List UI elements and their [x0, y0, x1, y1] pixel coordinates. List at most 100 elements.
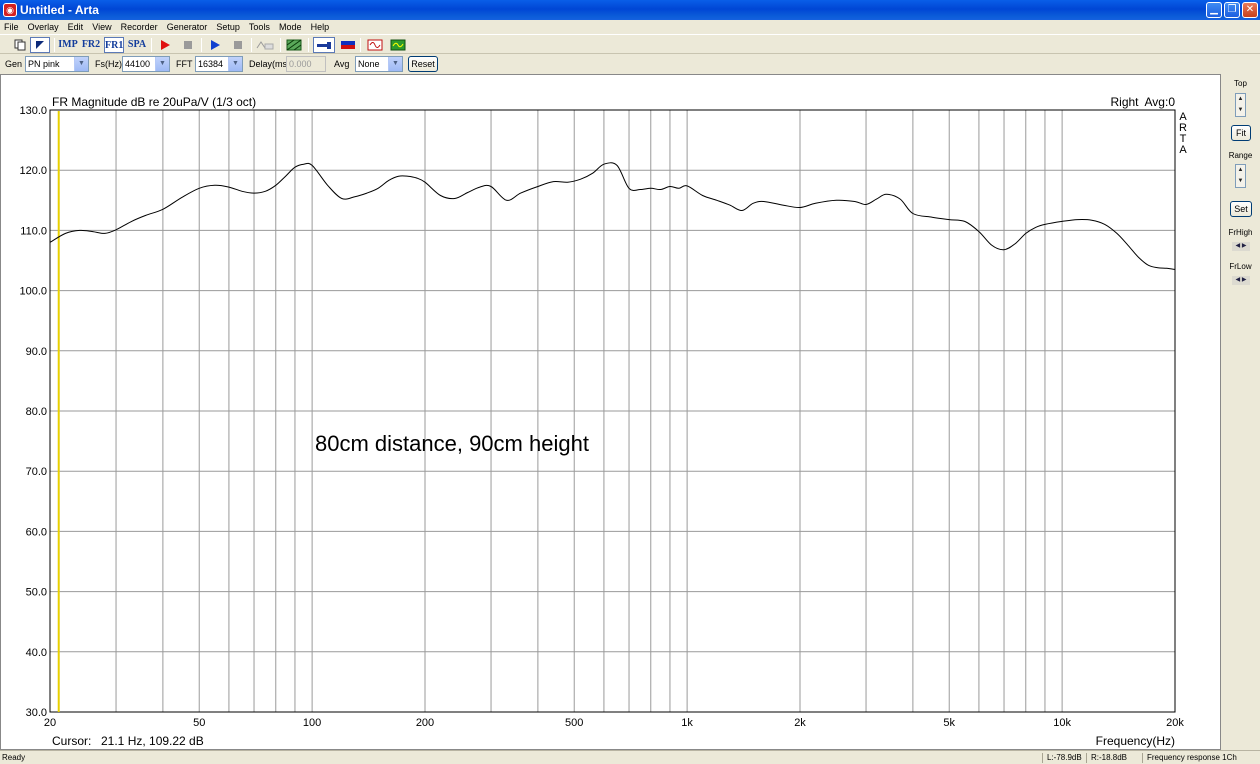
fs-label: Fs(Hz): [95, 59, 122, 69]
right-panel: Top ▲ ▼ Fit Range ▲ ▼ Set FrHigh ◀ ▶ FrL…: [1221, 74, 1260, 750]
chart-area[interactable]: 30.0 40.0 50.0 60.0 70.0 80.0 90.0 100.0 110.0 12…: [0, 74, 1221, 750]
chart-annotation: 80cm distance, 90cm height: [315, 431, 589, 456]
fft-select[interactable]: 16384 ▼: [195, 56, 243, 72]
x-tick-label: 10k: [1053, 717, 1071, 729]
x-axis-label: Frequency(Hz): [1096, 734, 1175, 748]
meter-icon[interactable]: [338, 37, 358, 53]
gen-value: PN pink: [28, 59, 60, 69]
avg-select[interactable]: None ▼: [355, 56, 403, 72]
x-tick-label: 500: [565, 717, 583, 729]
status-right-level: R:-18.8dB: [1086, 753, 1127, 763]
frequency-response-chart[interactable]: 30.040.050.060.070.080.090.0100.0110.012…: [1, 75, 1220, 749]
record-stop-icon[interactable]: [178, 37, 198, 53]
series-line: [49, 162, 1176, 270]
generator-play-icon[interactable]: [205, 37, 225, 53]
copy-icon[interactable]: [10, 37, 30, 53]
x-tick-labels: 20 50 100 200 500 1k 2k 5k 10k 20k: [44, 717, 1184, 729]
menu-bar: File Overlay Edit View Recorder Generato…: [0, 20, 1260, 34]
chevron-down-icon[interactable]: ▼: [1236, 105, 1245, 116]
menu-tools[interactable]: Tools: [246, 20, 273, 34]
top-label: Top: [1234, 79, 1247, 88]
fs-value: 44100: [125, 59, 151, 69]
chevron-down-icon[interactable]: ▼: [228, 57, 242, 71]
chevron-up-icon[interactable]: ▲: [1236, 94, 1245, 105]
y-tick-labels: 30.040.050.060.070.080.090.0100.0110.012…: [19, 105, 47, 719]
maximize-button[interactable]: ❐: [1224, 2, 1240, 18]
grid-pattern-icon[interactable]: [284, 37, 304, 53]
sine-icon[interactable]: [365, 37, 385, 53]
reset-button[interactable]: Reset: [408, 56, 438, 72]
close-button[interactable]: ✕: [1242, 2, 1258, 18]
frlow-arrows[interactable]: ◀ ▶: [1232, 276, 1250, 285]
menu-setup[interactable]: Setup: [213, 20, 243, 34]
avg-value: None: [358, 59, 380, 69]
top-spinner[interactable]: ▲ ▼: [1235, 93, 1246, 117]
x-tick-label: 100: [303, 717, 321, 729]
chevron-up-icon[interactable]: ▲: [1236, 165, 1245, 176]
x-tick-label: 20: [44, 717, 56, 729]
chevron-down-icon[interactable]: ▼: [388, 57, 402, 71]
gen-select[interactable]: PN pink ▼: [25, 56, 89, 72]
menu-view[interactable]: View: [89, 20, 114, 34]
status-left-level: L:-78.9dB: [1042, 753, 1082, 763]
y-tick-label: 40.0: [26, 647, 47, 659]
y-tick-label: 100.0: [19, 286, 47, 298]
x-tick-label: 20k: [1166, 717, 1184, 729]
menu-edit[interactable]: Edit: [65, 20, 87, 34]
chevron-down-icon[interactable]: ▼: [74, 57, 88, 71]
minimize-button[interactable]: ▁: [1206, 2, 1222, 18]
frhigh-arrows[interactable]: ◀ ▶: [1232, 242, 1250, 251]
menu-generator[interactable]: Generator: [164, 20, 211, 34]
x-tick-label: 1k: [681, 717, 693, 729]
menu-file[interactable]: File: [0, 20, 22, 34]
range-spinner[interactable]: ▲ ▼: [1235, 164, 1246, 188]
chevron-down-icon[interactable]: ▼: [1236, 176, 1245, 187]
cursor-readout: 21.1 Hz, 109.22 dB: [101, 734, 204, 748]
generator-stop-icon[interactable]: [228, 37, 248, 53]
menu-mode[interactable]: Mode: [276, 20, 305, 34]
response-icon[interactable]: [388, 37, 408, 53]
cursor-icon[interactable]: [30, 37, 50, 53]
title-bar: ◉ Untitled - Arta ▁ ❐ ✕: [0, 0, 1260, 20]
delay-label: Delay(ms): [249, 59, 291, 69]
fit-button[interactable]: Fit: [1231, 125, 1251, 141]
status-ready: Ready: [2, 753, 26, 762]
channel-label: Right Avg:0: [1111, 95, 1176, 109]
avg-label: Avg: [334, 59, 350, 69]
frhigh-label: FrHigh: [1228, 228, 1253, 237]
y-tick-label: 120.0: [19, 165, 47, 177]
menu-help[interactable]: Help: [308, 20, 333, 34]
arta-icon: ◉: [3, 3, 17, 17]
y-tick-label: 90.0: [26, 346, 47, 358]
arta-brand: ARTA: [1179, 111, 1187, 156]
fft-label: FFT: [176, 59, 193, 69]
fs-select[interactable]: 44100 ▼: [122, 56, 170, 72]
y-tick-label: 70.0: [26, 466, 47, 478]
window-title: Untitled - Arta: [20, 3, 99, 17]
probe-icon[interactable]: [313, 37, 335, 53]
record-play-icon[interactable]: [155, 37, 175, 53]
frlow-label: FrLow: [1229, 262, 1252, 271]
status-mode: Frequency response 1Ch: [1142, 753, 1237, 763]
spa-mode-button[interactable]: SPA: [127, 37, 147, 53]
status-bar: Ready L:-78.9dB R:-18.8dB Frequency resp…: [0, 750, 1260, 764]
wave-abc-icon[interactable]: [255, 37, 275, 53]
set-button[interactable]: Set: [1230, 201, 1252, 217]
delay-input[interactable]: 0.000: [286, 56, 326, 72]
chart-grid: [50, 109, 1175, 713]
cursor-label: Cursor:: [52, 734, 91, 748]
brand-letter: A: [1179, 144, 1187, 156]
menu-recorder[interactable]: Recorder: [118, 20, 161, 34]
fr1-mode-button[interactable]: FR1: [104, 37, 124, 53]
x-tick-label: 2k: [794, 717, 806, 729]
range-label: Range: [1228, 151, 1253, 160]
fr2-mode-button[interactable]: FR2: [81, 37, 101, 53]
toolbar: IMP FR2 FR1 SPA: [0, 34, 1260, 54]
y-tick-label: 50.0: [26, 587, 47, 599]
menu-overlay[interactable]: Overlay: [25, 20, 62, 34]
chevron-down-icon[interactable]: ▼: [155, 57, 169, 71]
chart-title: FR Magnitude dB re 20uPa/V (1/3 oct): [52, 95, 256, 109]
imp-mode-button[interactable]: IMP: [58, 37, 78, 53]
y-tick-label: 80.0: [26, 406, 47, 418]
gen-label: Gen: [5, 59, 23, 69]
